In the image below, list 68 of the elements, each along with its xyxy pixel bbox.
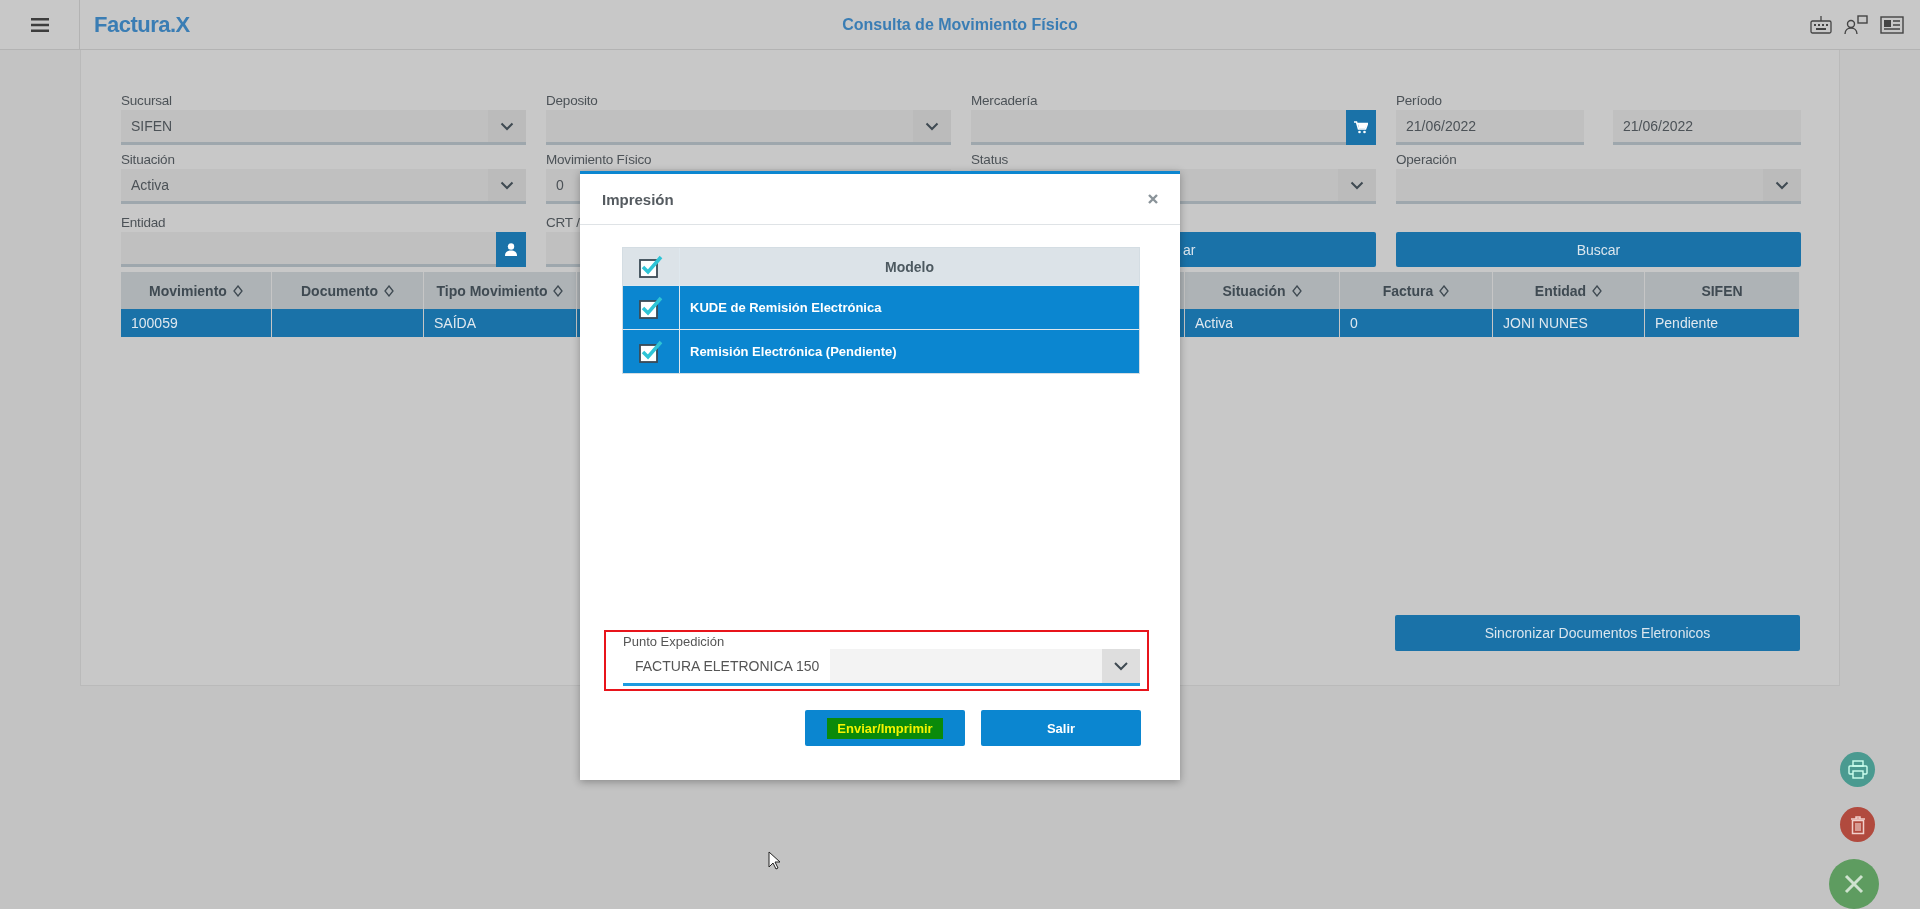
- table-cell: Pendiente: [1655, 315, 1719, 331]
- chevron-down-icon: [1775, 180, 1789, 190]
- chevron-down-icon: [925, 121, 939, 131]
- model-row[interactable]: Remisión Electrónica (Pendiente): [623, 329, 1139, 373]
- table-cell: JONI NUNES: [1503, 315, 1588, 331]
- action-button[interactable]: Buscar: [1396, 232, 1801, 267]
- cursor-icon: [768, 851, 781, 870]
- chevron-down-icon: [1350, 180, 1364, 190]
- print-button[interactable]: [1840, 752, 1875, 787]
- input-field[interactable]: [971, 110, 1346, 145]
- column-header[interactable]: Factura: [1340, 272, 1493, 309]
- page-title: Consulta de Movimiento Físico: [842, 15, 1078, 34]
- trash-icon: [1849, 814, 1866, 835]
- chevron-down-icon: [1113, 661, 1129, 671]
- dialog-button[interactable]: Enviar/Imprimir: [805, 710, 965, 746]
- field-label: Status: [971, 151, 1009, 169]
- sync-button[interactable]: Sincronizar Documentos Eletronicos: [1395, 615, 1800, 651]
- lookup-button[interactable]: [496, 232, 526, 267]
- field-label: Mercadería: [971, 92, 1038, 110]
- date-field[interactable]: 21/06/2022: [1613, 110, 1801, 145]
- printer-icon: [1847, 760, 1868, 779]
- chevron-down-icon: [500, 180, 514, 190]
- menu-icon[interactable]: [30, 17, 49, 32]
- model-row[interactable]: KUDE de Remisión Electrónica: [623, 285, 1139, 329]
- column-header[interactable]: SIFEN: [1645, 272, 1800, 309]
- field-label: Situación: [121, 151, 175, 169]
- model-name: Remisión Electrónica (Pendiente): [690, 344, 897, 359]
- checkbox[interactable]: [638, 254, 664, 279]
- date-field[interactable]: 21/06/2022: [1396, 110, 1584, 145]
- column-header[interactable]: Movimiento: [121, 272, 272, 309]
- field-label: Período: [1396, 92, 1442, 110]
- field-label: Punto Expedición: [623, 634, 726, 649]
- table-cell: 100059: [131, 315, 178, 331]
- dialog-button[interactable]: Salir: [981, 710, 1141, 746]
- field-label: CRT /: [546, 214, 580, 232]
- cart-icon: [1354, 121, 1368, 134]
- column-header[interactable]: Documento: [272, 272, 424, 309]
- field-label: Entidad: [121, 214, 166, 232]
- column-header[interactable]: Tipo Movimiento: [424, 272, 577, 309]
- keyboard-icon[interactable]: [1810, 15, 1832, 34]
- dialog-title: Impresión: [602, 190, 674, 208]
- select-field[interactable]: Activa: [121, 169, 526, 204]
- field-label: Movimiento Físico: [546, 151, 652, 169]
- chevron-down-icon: [500, 121, 514, 131]
- input-field[interactable]: [121, 232, 496, 267]
- lookup-button[interactable]: [1346, 110, 1376, 145]
- select-field[interactable]: SIFEN: [121, 110, 526, 145]
- select-field[interactable]: FACTURA ELETRONICA 150: [623, 649, 1140, 686]
- column-header: Modelo: [884, 257, 935, 277]
- users-icon[interactable]: [1844, 14, 1868, 35]
- select-field[interactable]: [546, 110, 951, 145]
- person-icon: [505, 243, 517, 256]
- column-header[interactable]: Entidad: [1493, 272, 1645, 309]
- table-cell: Activa: [1195, 315, 1234, 331]
- logo: Factura.X: [94, 11, 190, 38]
- select-field[interactable]: [1396, 169, 1801, 204]
- table-cell: SAÍDA: [434, 315, 476, 331]
- column-header[interactable]: Situación: [1185, 272, 1340, 309]
- field-label: Sucursal: [121, 92, 172, 110]
- checkbox[interactable]: [638, 295, 664, 320]
- checkbox[interactable]: [638, 339, 664, 364]
- close-icon[interactable]: [1148, 194, 1158, 204]
- field-label: Deposito: [546, 92, 598, 110]
- table-cell: 0: [1350, 315, 1358, 331]
- newspaper-icon[interactable]: [1880, 15, 1904, 34]
- field-label: Operación: [1396, 151, 1457, 169]
- close-icon: [1844, 874, 1864, 894]
- delete-button[interactable]: [1840, 807, 1875, 842]
